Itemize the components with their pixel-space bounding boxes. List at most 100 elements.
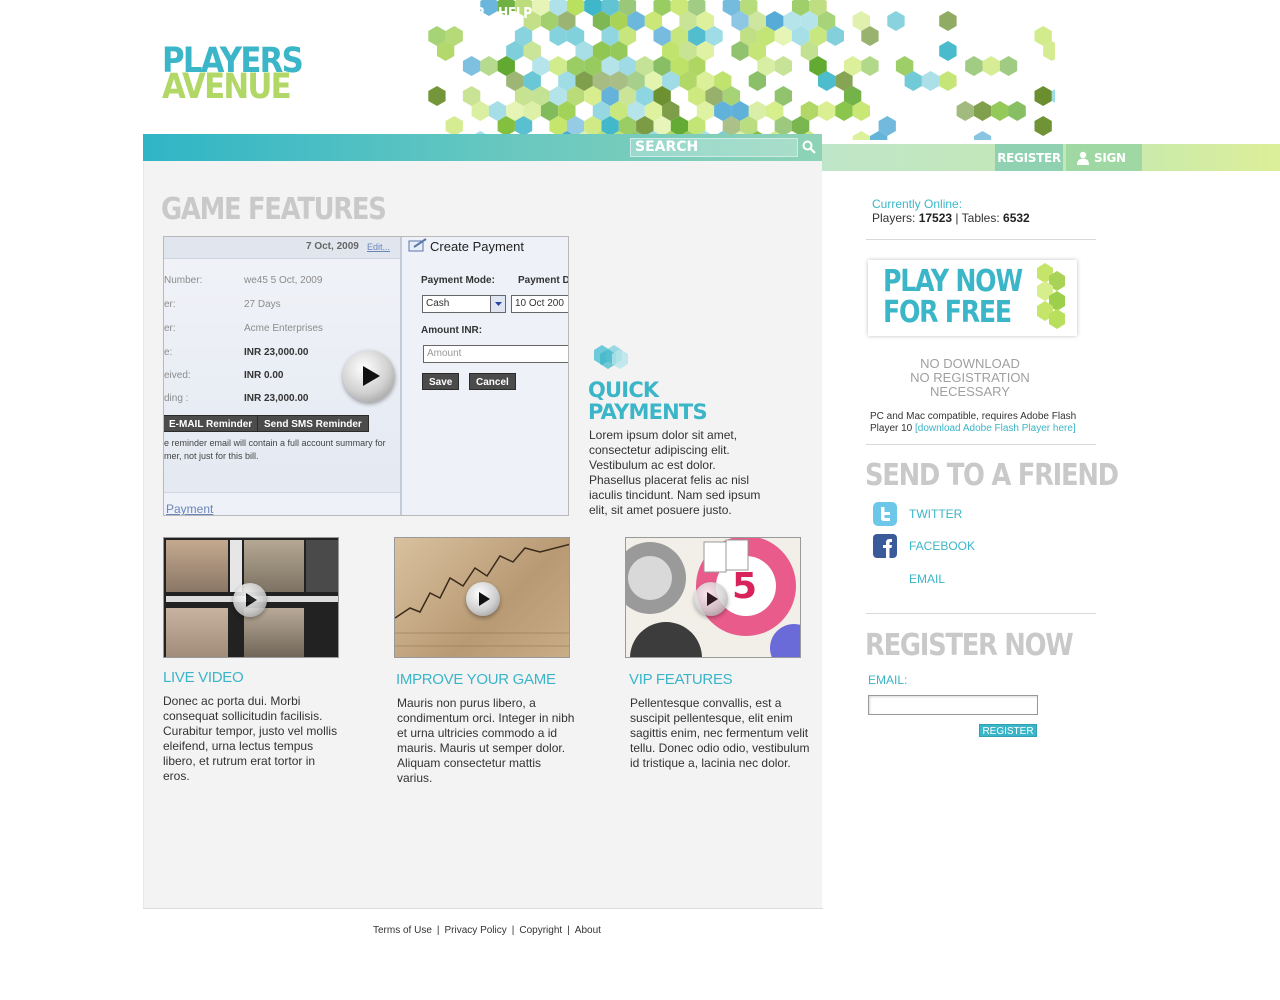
edit-link[interactable]: Edit... [367,242,390,252]
play-now-free-banner[interactable]: PLAY NOW FOR FREE [868,260,1077,336]
vip-features-thumbnail[interactable]: 5 [625,537,801,658]
field-label: e: [164,347,173,358]
footer-link-terms[interactable]: Terms of Use [373,925,432,936]
feature-text-improve-game: Mauris non purus libero, a condimentum o… [397,696,575,785]
nav-item-help[interactable]: HELP [498,0,532,27]
sidebar-divider [866,444,1096,445]
feature-text-live-video: Donec ac porta dui. Morbi consequat soll… [163,694,338,783]
footer-link-privacy[interactable]: Privacy Policy [445,925,507,936]
play-video-button[interactable] [694,582,728,616]
hexagon-icon [594,345,628,369]
amount-input[interactable]: Amount [423,345,568,363]
play-now-line2: FOR FREE [883,295,1012,330]
hexagon-tile [462,56,481,76]
quick-payments-title-line1: QUICK [588,378,659,402]
email-reminder-button[interactable]: E-MAIL Reminder [164,415,260,432]
footer-separator: | [436,925,440,936]
reminder-note: mer, not just for this bill. [164,451,259,461]
field-value: INR 0.00 [244,370,284,381]
create-payment-title: Create Payment [430,239,524,254]
hexagon-tile [973,131,992,140]
payment-mode-value: Cash [426,298,450,309]
hexagon-tile [991,101,1009,121]
email-field[interactable] [868,695,1038,715]
hexagon-decoration [1037,263,1065,329]
user-icon [1077,151,1089,165]
hexagon-tile [852,131,870,140]
search-input[interactable]: SEARCH [630,138,798,157]
cancel-button[interactable]: Cancel [469,373,516,390]
hexagon-tile [445,116,463,136]
payment-date-input[interactable]: 10 Oct 200 [511,295,568,313]
play-icon [479,592,490,606]
nav-item-events[interactable]: EVENTS [271,0,323,27]
players-label: Players: [872,211,916,225]
facebook-label: FACEBOOK [909,539,976,553]
payment-link[interactable]: Payment [166,502,213,515]
footer-separator: | [567,925,570,936]
field-value: Acme Enterprises [244,323,323,334]
feature-text-vip-features: Pellentesque convallis, est a suscipit p… [630,696,810,770]
footer-link-copyright[interactable]: Copyright [519,925,562,936]
nav-item-play[interactable]: PLAY [155,0,188,27]
feature-title-improve-game: IMPROVE YOUR GAME [396,671,556,688]
field-label: ding : [164,393,189,404]
improve-game-thumbnail[interactable] [394,537,570,658]
invoice-date: 7 Oct, 2009 [306,241,359,252]
hexagon-tile [887,11,905,31]
site-logo[interactable]: AVENUE PLAYERS [162,44,312,108]
sign-in-button[interactable]: SIGN IN [1066,144,1142,194]
quick-payments-title: QUICK PAYMENTS [588,378,708,424]
tables-count: 6532 [1003,211,1030,225]
hexagon-tile [973,101,992,121]
sidebar-divider [866,613,1096,614]
register-button[interactable]: REGISTER [979,724,1037,737]
hexagon-tile [939,41,957,61]
hexagon-tile [921,71,940,91]
register-top-button[interactable]: REGISTER [995,144,1063,171]
payment-date-label: Payment D [518,275,569,286]
sign-in-label: SIGN IN [1094,151,1126,194]
quick-payments-title-line2: PAYMENTS [588,400,708,424]
live-video-thumbnail[interactable] [163,537,339,658]
hexagon-tile [428,86,446,106]
sms-reminder-button[interactable]: Send SMS Reminder [257,415,369,432]
invoice-header [164,237,400,259]
field-label: er: [164,299,176,310]
play-icon [707,592,718,606]
twitter-label: TWITTER [909,507,963,521]
hexagon-tile [861,56,879,76]
download-flash-link[interactable]: [download Adobe Flash Player here] [915,423,1076,434]
hexagon-tile [1051,89,1055,103]
amount-label: Amount INR: [421,325,483,336]
footer-separator: | [511,925,515,936]
footer-links: Terms of Use | Privacy Policy | Copyright | Ab… [373,925,601,936]
nav-item-the-game[interactable]: THE GAME [384,0,453,27]
hexagon-tile [965,56,983,76]
nav-item-stats[interactable]: STATS [333,0,373,27]
play-now-line1: PLAY NOW [883,264,1023,299]
field-value: 27 Days [244,299,281,310]
content-divider [143,908,823,909]
payment-app-screenshot: 7 Oct, 2009 Edit... Number: we45 5 Oct, … [163,236,569,516]
hexagon-tile [1034,86,1052,106]
facebook-icon [873,534,897,558]
footer-link-about[interactable]: About [575,925,601,936]
register-now-heading: REGISTER NOW [865,628,1074,663]
play-video-button[interactable] [343,350,395,402]
hexagon-tile [1008,101,1026,121]
sidebar-divider [866,239,1096,240]
magnifier-icon[interactable] [801,139,817,155]
hexagon-tile [1034,116,1052,136]
play-video-button[interactable] [466,582,500,616]
chevron-down-icon[interactable] [490,296,505,312]
reminder-note: e reminder email will contain a full acc… [164,438,386,448]
logo-line1: PLAYERS [162,41,304,81]
send-to-friend-heading: SEND TO A FRIEND [865,458,1119,493]
play-video-button[interactable] [233,583,267,617]
nav-item-players[interactable]: PLAYERS [201,0,259,27]
video-tile [306,540,338,592]
play-icon [246,593,257,607]
save-button[interactable]: Save [422,373,460,390]
nav-item-vip[interactable]: VIP [462,0,484,27]
